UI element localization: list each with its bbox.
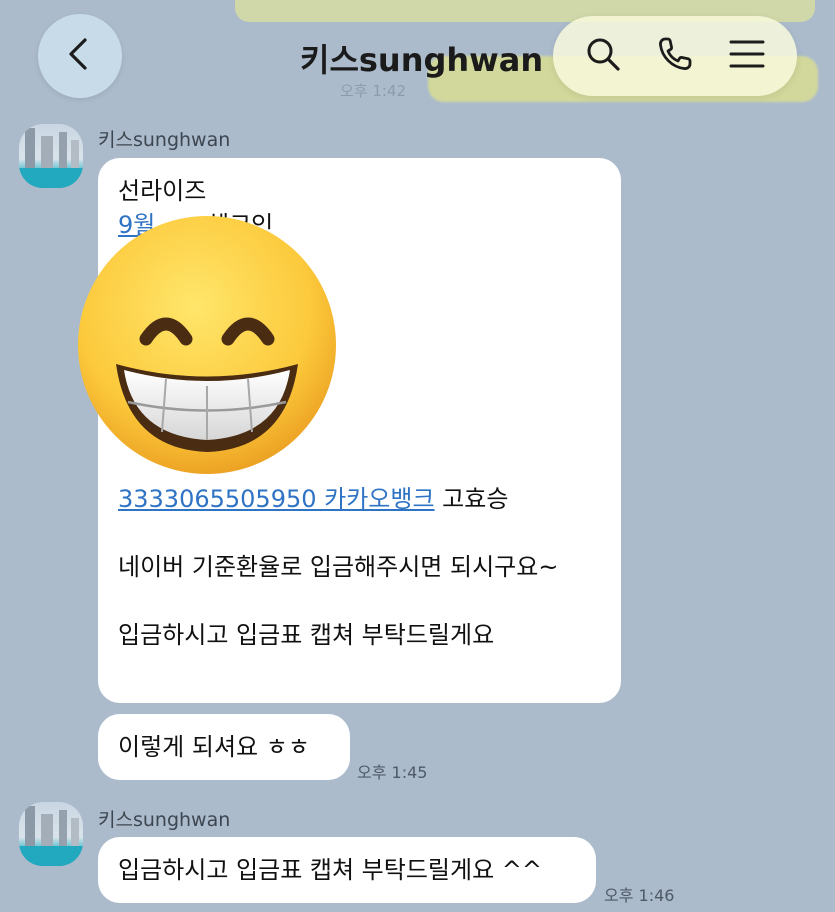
message-line-account: 3333065505950 카카오뱅크 고효승 (118, 482, 508, 516)
message-bubble[interactable]: 입금하시고 입금표 캡쳐 부탁드릴게요 ^^ (98, 837, 596, 903)
call-button[interactable] (651, 32, 699, 80)
message-text: 이렇게 되셔요 ㅎㅎ (118, 733, 310, 761)
message-bubble[interactable]: 이렇게 되셔요 ㅎㅎ (98, 714, 350, 780)
grinning-face-emoji-overlay (76, 214, 338, 476)
sender-name: 키스sunghwan (98, 129, 231, 151)
header-actions (553, 16, 797, 96)
sender-avatar[interactable] (19, 124, 83, 188)
search-icon (583, 34, 623, 78)
account-holder: 고효승 (434, 485, 509, 513)
sender-avatar[interactable] (19, 802, 83, 866)
message-text: 입금하시고 입금표 캡쳐 부탁드릴게요 ^^ (118, 856, 543, 884)
message-line-exchange: 네이버 기준환율로 입금해주시면 되시구요~ (118, 553, 559, 581)
chat-title: 키스sunghwan (300, 41, 544, 79)
account-number-link[interactable]: 3333065505950 카카오뱅크 (118, 485, 435, 513)
previous-message-time: 오후 1:42 (340, 82, 407, 100)
back-button[interactable] (38, 14, 122, 98)
message-line-request: 입금하시고 입금표 캡쳐 부탁드릴게요 (118, 621, 495, 649)
message-line-hotel: 선라이즈 (118, 177, 207, 205)
chevron-left-icon (60, 34, 100, 78)
sender-name: 키스sunghwan (98, 809, 231, 831)
message-time: 오후 1:46 (604, 886, 675, 905)
search-button[interactable] (579, 32, 627, 80)
message-time: 오후 1:45 (357, 763, 428, 782)
phone-icon (655, 34, 695, 78)
menu-button[interactable] (723, 32, 771, 80)
hamburger-menu-icon (727, 34, 767, 78)
